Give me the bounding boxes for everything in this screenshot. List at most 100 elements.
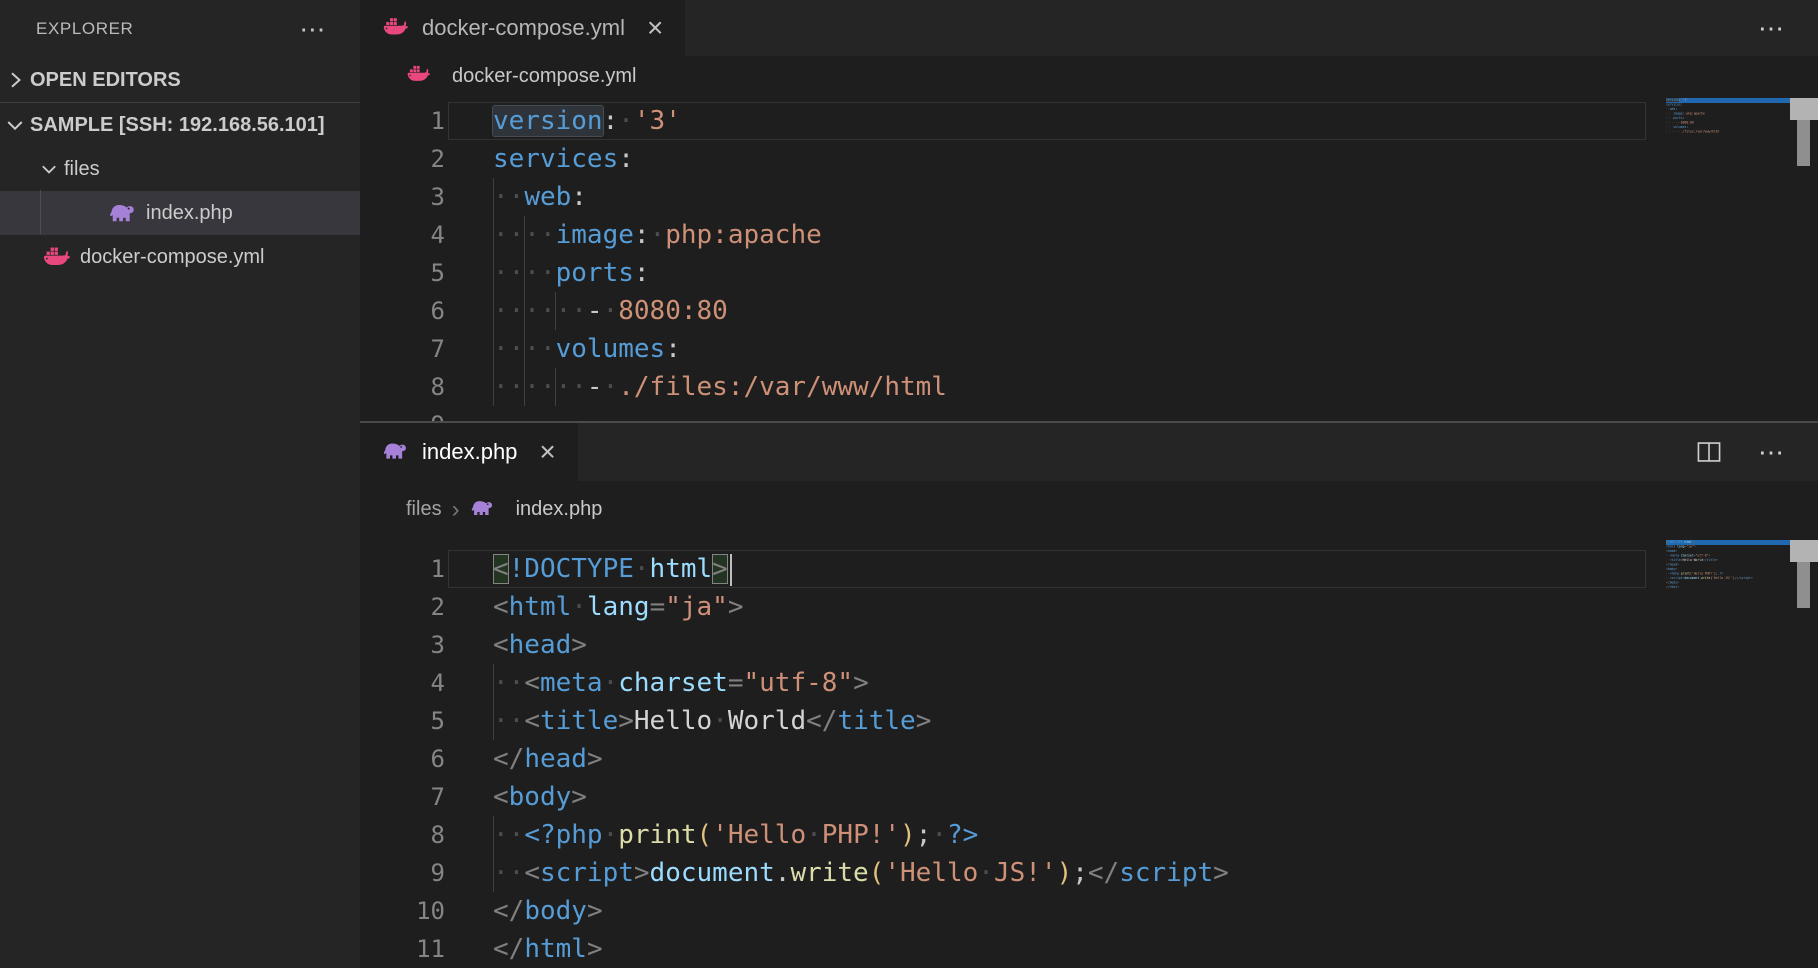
explorer-more-icon[interactable]: ⋯ xyxy=(299,24,326,34)
line-number: 4 xyxy=(360,664,445,702)
line-content[interactable]: ······-·8080:80 xyxy=(445,292,1818,330)
minimap[interactable]: <!DOCTYPE·html><html·lang="ja"><head>··<… xyxy=(1666,538,1790,968)
code-line[interactable]: 6······-·8080:80 xyxy=(360,292,1818,330)
code-line[interactable]: 9··<script>document.write('Hello·JS!');<… xyxy=(360,854,1818,892)
line-content[interactable]: ··web: xyxy=(445,178,1818,216)
code-line[interactable]: 9 xyxy=(360,406,1818,421)
code-line[interactable]: 4····image:·php:apache xyxy=(360,216,1818,254)
line-number: 6 xyxy=(360,740,445,778)
minimap[interactable]: version:·'3'services:··web:····image:·ph… xyxy=(1666,96,1790,421)
tree-item-files[interactable]: files xyxy=(0,147,360,191)
docker-whale-icon xyxy=(42,243,70,271)
line-content[interactable]: ····volumes: xyxy=(445,330,1818,368)
code-token: head xyxy=(524,744,587,774)
code-line[interactable]: 11</html> xyxy=(360,930,1818,968)
tree-item-docker-compose-yml[interactable]: docker-compose.yml xyxy=(0,235,360,279)
line-content[interactable]: ······-·./files:/var/www/html xyxy=(445,368,1818,406)
code-editor[interactable]: 1version:·'3'2services:3··web:4····image… xyxy=(360,96,1818,421)
code-line[interactable]: 8··<?php·print('Hello·PHP!');·?> xyxy=(360,816,1818,854)
code-line[interactable]: 6</head> xyxy=(360,740,1818,778)
scrollbar-thumb[interactable] xyxy=(1797,562,1810,608)
code-token: > xyxy=(1675,549,1677,553)
line-content[interactable]: services: xyxy=(445,140,1818,178)
line-content[interactable]: ··<script>document.write('Hello·JS!');</… xyxy=(445,854,1818,892)
code-token: body xyxy=(1668,567,1675,571)
scrollbar-thumb-cap[interactable] xyxy=(1790,98,1818,120)
line-content[interactable]: <head> xyxy=(445,626,1818,664)
code-line[interactable]: 8······-·./files:/var/www/html xyxy=(360,368,1818,406)
line-content[interactable]: version:·'3' xyxy=(445,102,1818,140)
breadcrumb-item[interactable]: files xyxy=(406,498,442,521)
code-line[interactable]: 2<html·lang="ja"> xyxy=(360,588,1818,626)
code-token: '3' xyxy=(1683,98,1689,102)
breadcrumb-item[interactable]: index.php xyxy=(470,496,603,524)
line-number: 8 xyxy=(360,816,445,854)
code-line[interactable]: 10</body> xyxy=(360,892,1818,930)
explorer-section-open-editors[interactable]: OPEN EDITORS xyxy=(0,58,360,102)
more-icon[interactable]: ⋯ xyxy=(1758,13,1784,44)
line-content[interactable] xyxy=(445,406,1818,421)
chevron-right-icon[interactable] xyxy=(0,65,30,95)
line-content[interactable]: <html·lang="ja"> xyxy=(445,588,1818,626)
line-number: 3 xyxy=(360,178,445,216)
tree-indent-guide xyxy=(40,190,41,234)
code-token: services xyxy=(493,144,618,174)
code-token: web xyxy=(524,182,571,212)
code-line[interactable]: 1version:·'3' xyxy=(360,102,1818,140)
code-token: 'Hello xyxy=(1712,576,1723,580)
code-token: title xyxy=(1707,558,1716,562)
tab-docker-compose-yml[interactable]: docker-compose.yml× xyxy=(360,0,685,56)
code-line[interactable]: 3··web: xyxy=(360,178,1818,216)
more-icon[interactable]: ⋯ xyxy=(1758,437,1784,468)
whitespace-dots: · xyxy=(634,554,650,584)
code-token: print xyxy=(618,820,696,850)
chevron-down-icon[interactable] xyxy=(0,110,30,140)
code-token: lang xyxy=(587,592,650,622)
code-token: : xyxy=(603,106,619,136)
indent-guide xyxy=(524,292,525,330)
editor-group-bottom: index.php×⋯files›index.php1<!DOCTYPE·htm… xyxy=(360,423,1818,968)
line-content[interactable]: ··<title>Hello·World</title> xyxy=(445,702,1818,740)
tab-close-icon[interactable]: × xyxy=(539,442,555,462)
code-token: ports xyxy=(556,258,634,288)
code-line[interactable]: 7<body> xyxy=(360,778,1818,816)
whitespace-dots: ······ xyxy=(493,296,587,326)
code-token: > xyxy=(618,706,634,736)
scrollbar-thumb[interactable] xyxy=(1797,120,1810,166)
line-content[interactable]: </head> xyxy=(445,740,1818,778)
code-token: : xyxy=(634,220,650,250)
line-content[interactable]: </html> xyxy=(445,930,1818,968)
split-editor-icon[interactable] xyxy=(1696,439,1722,465)
code-line[interactable]: 5····ports: xyxy=(360,254,1818,292)
breadcrumb-item[interactable]: docker-compose.yml xyxy=(406,62,637,90)
code-token: script xyxy=(1119,858,1213,888)
whitespace-dots: ·· xyxy=(493,820,524,850)
line-content[interactable]: ····ports: xyxy=(445,254,1818,292)
code-line[interactable]: 3<head> xyxy=(360,626,1818,664)
code-line[interactable]: 5··<title>Hello·World</title> xyxy=(360,702,1818,740)
code-line[interactable]: 4··<meta·charset="utf-8"> xyxy=(360,664,1818,702)
tree-item-index-php[interactable]: index.php xyxy=(0,191,360,235)
tab-close-icon[interactable]: × xyxy=(647,18,663,38)
vertical-scrollbar[interactable] xyxy=(1790,538,1818,968)
code-line[interactable]: 1<!DOCTYPE·html> xyxy=(360,550,1818,588)
line-content[interactable]: <!DOCTYPE·html> xyxy=(445,550,1818,588)
code-token: > xyxy=(1692,540,1694,544)
line-content[interactable]: ····image:·php:apache xyxy=(445,216,1818,254)
tab-index-php[interactable]: index.php× xyxy=(360,423,578,481)
whitespace-dots: · xyxy=(806,820,822,850)
line-content[interactable]: <body> xyxy=(445,778,1818,816)
code-line[interactable]: 7····volumes: xyxy=(360,330,1818,368)
code-editor[interactable]: 1<!DOCTYPE·html>2<html·lang="ja">3<head>… xyxy=(360,538,1818,968)
line-content[interactable]: ··<?php·print('Hello·PHP!');·?> xyxy=(445,816,1818,854)
scrollbar-thumb-cap[interactable] xyxy=(1790,540,1818,562)
line-content[interactable]: </body> xyxy=(445,892,1818,930)
line-number: 2 xyxy=(360,140,445,178)
explorer-section-workspace[interactable]: SAMPLE [SSH: 192.168.56.101] xyxy=(0,102,360,147)
line-content[interactable]: ··<meta·charset="utf-8"> xyxy=(445,664,1818,702)
vertical-scrollbar[interactable] xyxy=(1790,96,1818,421)
indent-guide xyxy=(524,216,525,254)
chevron-down-icon[interactable] xyxy=(34,154,64,184)
indent-guide xyxy=(555,292,556,330)
code-line[interactable]: 2services: xyxy=(360,140,1818,178)
